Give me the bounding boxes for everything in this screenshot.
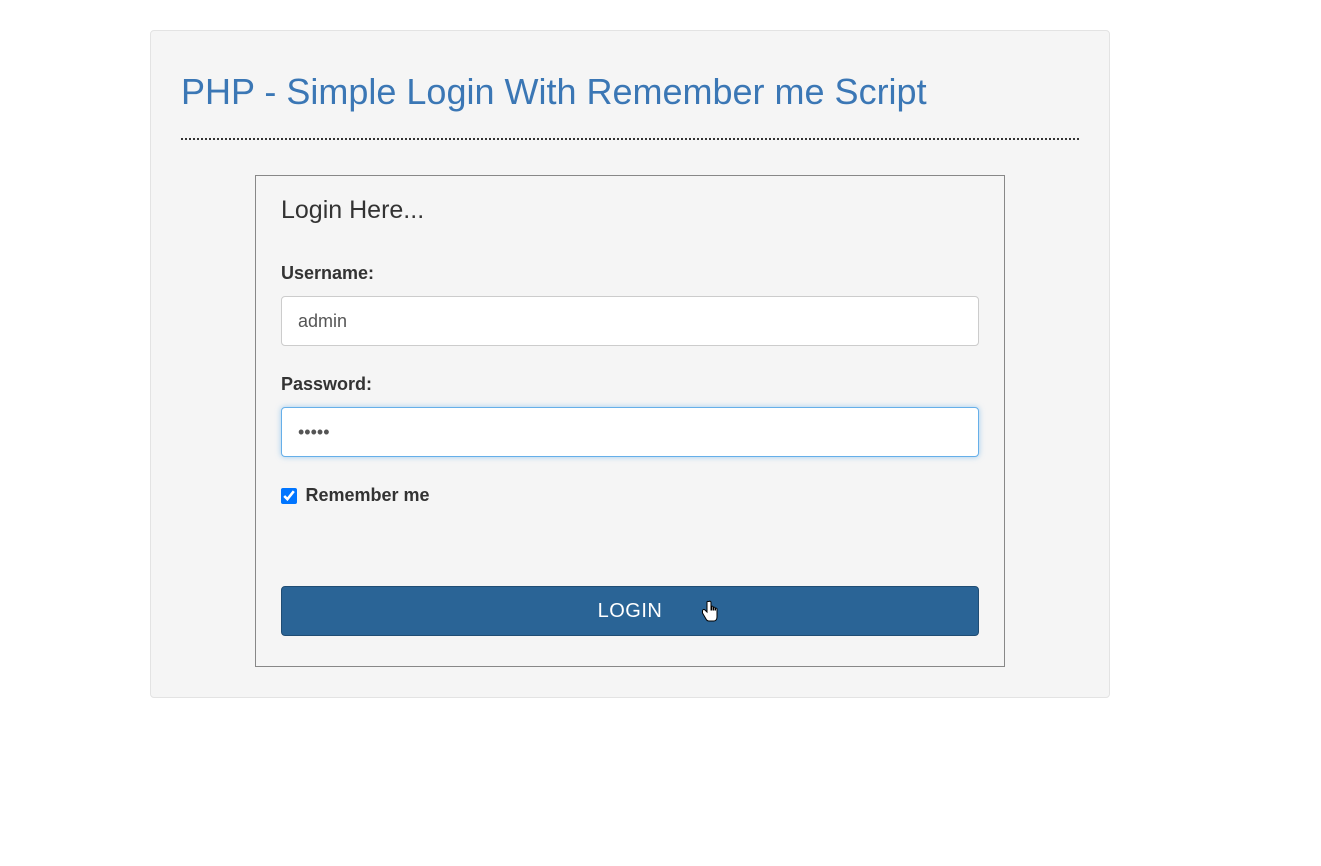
login-button[interactable]: LOGIN [281, 586, 979, 636]
username-input[interactable] [281, 296, 979, 346]
login-box: Login Here... Username: Password: Rememb… [255, 175, 1005, 667]
main-panel: PHP - Simple Login With Remember me Scri… [150, 30, 1110, 698]
password-group: Password: [281, 374, 979, 457]
username-group: Username: [281, 263, 979, 346]
remember-label: Remember me [305, 485, 429, 505]
password-input[interactable] [281, 407, 979, 457]
remember-group: Remember me [281, 485, 979, 506]
password-label: Password: [281, 374, 979, 395]
divider [181, 138, 1079, 140]
page-title: PHP - Simple Login With Remember me Scri… [181, 71, 1079, 113]
login-button-label: LOGIN [598, 600, 663, 622]
login-heading: Login Here... [281, 196, 979, 225]
remember-checkbox[interactable] [281, 488, 297, 504]
cursor-pointer-icon [700, 599, 720, 623]
username-label: Username: [281, 263, 979, 284]
